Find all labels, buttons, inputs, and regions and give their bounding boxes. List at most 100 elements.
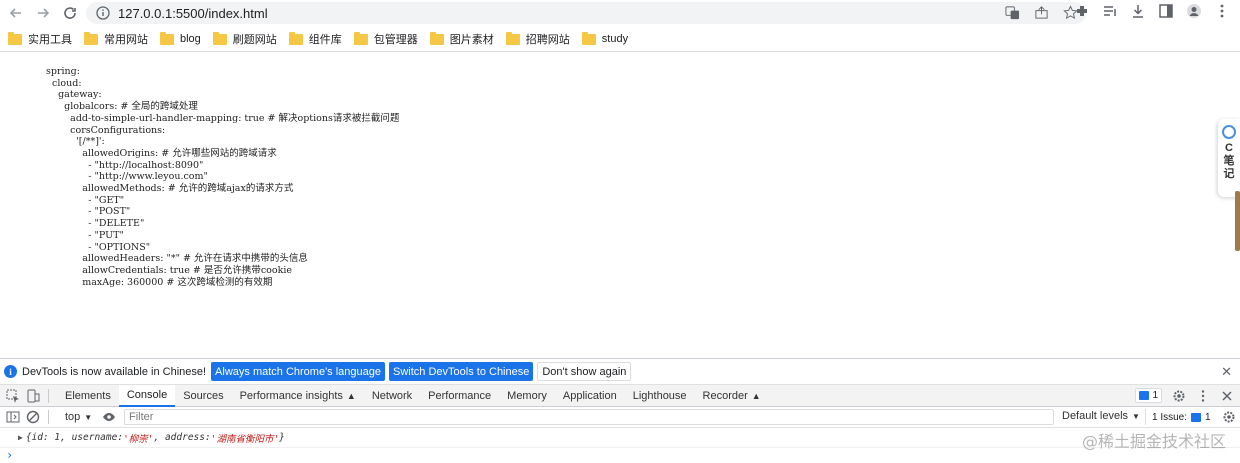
console-filter-input[interactable]: Filter	[124, 409, 1054, 425]
scrollbar-thumb[interactable]	[1235, 191, 1240, 251]
live-expression-eye-icon[interactable]	[102, 410, 116, 424]
bookmark-label: 包管理器	[373, 34, 418, 46]
profile-avatar-icon[interactable]	[1186, 3, 1202, 19]
issues-label: 1 Issue:	[1152, 411, 1188, 423]
menu-kebab-icon[interactable]	[1214, 3, 1230, 19]
levels-label: Default levels	[1062, 410, 1129, 422]
bookmark-label: study	[601, 33, 629, 45]
devtools-tab-lighthouse[interactable]: Lighthouse	[625, 385, 695, 407]
yaml-line: spring:	[46, 66, 80, 77]
console-prompt[interactable]: ›	[0, 448, 1240, 462]
download-icon[interactable]	[1130, 3, 1146, 19]
bookmark-folder[interactable]: 组件库	[288, 29, 342, 49]
folder-icon	[84, 31, 98, 45]
bookmark-folder[interactable]: blog	[160, 29, 201, 49]
folder-icon	[288, 31, 303, 45]
bookmark-folder[interactable]: 招聘网站	[505, 29, 570, 49]
reload-button[interactable]	[58, 1, 82, 25]
bookmark-label: 实用工具	[28, 34, 72, 46]
close-infobar-icon[interactable]: ✕	[1221, 364, 1232, 380]
share-icon[interactable]	[1034, 5, 1049, 20]
settings-gear-icon[interactable]	[1172, 389, 1186, 403]
bookmark-folder[interactable]: 图片素材	[429, 29, 494, 49]
log-suffix: }	[279, 432, 285, 443]
bookmark-label: 图片素材	[449, 34, 494, 46]
folder-icon	[353, 31, 368, 45]
issues-counter[interactable]: 1 Issue: 1	[1145, 409, 1211, 425]
translate-icon[interactable]	[1005, 5, 1020, 20]
yaml-line: - "DELETE"	[46, 218, 145, 230]
log-levels-dropdown[interactable]: Default levels ▼	[1062, 410, 1140, 422]
devtools-tab-performance[interactable]: Performance	[420, 385, 499, 407]
arrow-left-icon	[9, 8, 21, 18]
url-text[interactable]: 127.0.0.1:5500/index.html	[118, 6, 268, 21]
yaml-line: - "GET"	[46, 194, 125, 206]
log-address: '湖南省衡阳市'	[210, 433, 280, 445]
devtools-tab-console[interactable]: Console	[118, 384, 176, 407]
folder-icon	[160, 31, 174, 45]
page-content: spring: cloud: gateway: globalcors: # 全局…	[0, 53, 1240, 358]
dont-show-again-button[interactable]: Don't show again	[537, 362, 632, 381]
prompt-chevron-icon: ›	[6, 448, 14, 462]
experimental-flask-icon: ▲	[751, 390, 761, 401]
devtools-tab-application[interactable]: Application	[555, 385, 625, 407]
bookmark-folder[interactable]: study	[581, 29, 629, 49]
bookmark-folder[interactable]: 刷题网站	[212, 29, 277, 49]
issues-tab-badge[interactable]: 1	[1135, 388, 1162, 403]
tab-label: Application	[562, 389, 617, 402]
tab-label: Recorder	[702, 389, 748, 402]
close-devtools-icon[interactable]	[1220, 389, 1234, 403]
expand-triangle-icon[interactable]: ▶	[18, 433, 23, 442]
tab-label: Sources	[183, 389, 224, 402]
extension-logo-icon	[1222, 125, 1236, 139]
arrow-right-icon	[38, 8, 50, 18]
extension-label-char: 笔	[1223, 155, 1235, 167]
chevron-down-icon: ▼	[84, 412, 93, 422]
side-panel-icon[interactable]	[1158, 3, 1174, 19]
console-settings-gear-icon[interactable]	[1222, 410, 1236, 424]
devtools-tab-network[interactable]: Network	[364, 385, 420, 407]
device-toolbar-icon[interactable]	[26, 389, 40, 403]
bookmark-folder[interactable]: 常用网站	[84, 29, 148, 49]
csdn-notes-extension[interactable]: C笔记	[1218, 119, 1240, 197]
devtools-menu-icon[interactable]	[1196, 389, 1210, 403]
clear-console-icon[interactable]	[26, 410, 40, 424]
log-username: '柳崇'	[123, 433, 154, 445]
reading-list-icon[interactable]	[1102, 3, 1118, 19]
devtools-tab-performance-insights[interactable]: Performance insights ▲	[232, 385, 364, 407]
tab-label: Network	[371, 389, 413, 402]
yaml-line: cloud:	[46, 77, 82, 89]
yaml-line: - "OPTIONS"	[46, 241, 151, 253]
browser-toolbar: 127.0.0.1:5500/index.html	[0, 0, 1240, 26]
bookmark-label: 组件库	[308, 34, 342, 46]
devtools-tab-memory[interactable]: Memory	[499, 385, 555, 407]
yaml-line: - "http://www.leyou.com"	[46, 171, 208, 183]
bookmark-label: 招聘网站	[525, 34, 570, 46]
devtools-tab-sources[interactable]: Sources	[175, 385, 231, 407]
extensions-icon[interactable]	[1074, 3, 1090, 19]
context-selector[interactable]: top ▼	[65, 411, 92, 423]
bookmarks-bar: 实用工具 常用网站 blog 刷题网站 组件库 包管理器 图片素材 招聘网站 study	[0, 27, 1240, 52]
badge-count: 1	[1152, 390, 1158, 401]
yaml-line: - "http://localhost:8090"	[46, 159, 204, 171]
issues-count: 1	[1205, 411, 1211, 423]
console-log-entry[interactable]: ▶ {id: 1, username: '柳崇' , address: '湖南省…	[0, 428, 1240, 448]
tab-label: Lighthouse	[632, 389, 687, 402]
forward-button[interactable]	[31, 1, 55, 25]
switch-to-chinese-button[interactable]: Switch DevTools to Chinese	[389, 362, 534, 381]
devtools-panel: i DevTools is now available in Chinese! …	[0, 358, 1240, 463]
devtools-tab-elements[interactable]: Elements	[57, 385, 119, 407]
inspect-element-icon[interactable]	[6, 389, 20, 403]
devtools-right-controls: 1	[1135, 388, 1234, 403]
bookmark-folder[interactable]: 包管理器	[353, 29, 418, 49]
bookmark-folder[interactable]: 实用工具	[8, 29, 72, 49]
watermark: @稀土掘金技术社区	[1081, 432, 1226, 451]
match-language-button[interactable]: Always match Chrome's language	[211, 362, 386, 381]
bookmark-label: blog	[180, 33, 201, 45]
address-bar[interactable]: 127.0.0.1:5500/index.html	[86, 2, 1086, 24]
back-button[interactable]	[4, 1, 28, 25]
log-mid: , address:	[153, 432, 211, 443]
sidebar-toggle-icon[interactable]	[6, 410, 20, 424]
devtools-tab-recorder[interactable]: Recorder ▲	[695, 385, 769, 407]
site-info-icon[interactable]	[96, 6, 110, 20]
